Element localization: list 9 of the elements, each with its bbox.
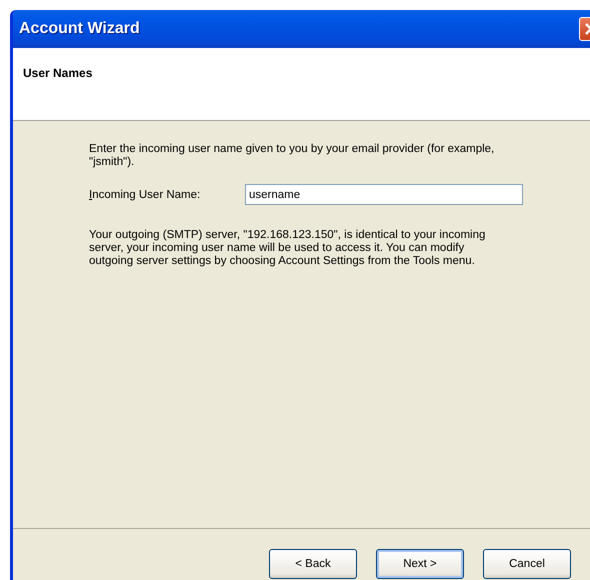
wizard-button[interactable]: Next > xyxy=(376,549,464,579)
intro-text: Enter the incoming user name given to you by your email provider (for example, "jsmith"). xyxy=(89,143,496,169)
wizard-button[interactable]: Cancel xyxy=(483,549,571,579)
username-field[interactable]: username xyxy=(245,184,523,205)
page-title: User Names xyxy=(23,66,92,80)
wizard-button[interactable]: < Back xyxy=(269,549,357,579)
field-label: Incoming User Name: xyxy=(89,188,202,200)
window-title: Account Wizard xyxy=(19,20,140,38)
note-text: Your outgoing (SMTP) server, "192.168.123.150", is identical to your incoming server, your incoming user name will be used to access it. You can modify outgoing server settings by choosing Account Settings from the Tools menu. xyxy=(89,229,486,268)
